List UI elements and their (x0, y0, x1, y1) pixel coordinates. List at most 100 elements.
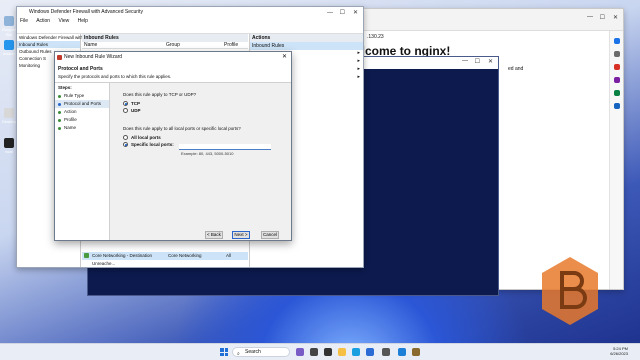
step-dot-icon (58, 126, 61, 130)
edge-icon[interactable] (352, 348, 360, 356)
step-profile[interactable]: Profile (55, 116, 109, 124)
actions-header: Actions (250, 34, 363, 42)
maximize-icon[interactable]: ☐ (340, 8, 345, 18)
maximize-icon[interactable]: ☐ (475, 58, 480, 65)
step-action[interactable]: Action (55, 108, 109, 116)
step-label: Rule Type (64, 93, 85, 98)
step-name[interactable]: Name (55, 124, 109, 132)
radio-selected-icon (123, 101, 128, 106)
actions-inbound-rules[interactable]: Inbound Rules (250, 42, 363, 50)
desktop-icon-ncat[interactable]: ncat (2, 138, 16, 154)
rules-columns: Name Group Profile (82, 42, 248, 49)
terminal-app-icon[interactable] (324, 348, 332, 356)
all-ports-label: All local ports (131, 135, 161, 140)
vscode-icon[interactable] (398, 348, 406, 356)
tree-inbound-rules[interactable]: Inbound Rules (17, 41, 80, 48)
file-explorer-icon[interactable] (338, 348, 346, 356)
toolbar (17, 25, 363, 34)
terminal-icon (4, 138, 14, 148)
bing-icon[interactable] (613, 38, 620, 44)
column-group[interactable]: Group (164, 42, 222, 48)
start-button[interactable] (220, 348, 228, 356)
step-label: Name (64, 125, 77, 130)
desktop-icon-label: docker (2, 51, 15, 56)
clock-date: 6/26/2023 (610, 351, 628, 356)
folder-icon (4, 108, 14, 118)
column-profile[interactable]: Profile (222, 42, 238, 48)
rule-profile: All (226, 253, 232, 258)
search-icon: ⌕ (237, 351, 240, 357)
specific-ports-input[interactable] (179, 144, 271, 150)
wizard-heading: Protocol and Ports (58, 66, 103, 72)
menu-view[interactable]: View (58, 18, 69, 24)
docker-icon (4, 40, 14, 50)
close-icon[interactable]: ✕ (613, 14, 618, 21)
store-icon[interactable] (366, 348, 374, 356)
step-dot-icon (58, 94, 61, 98)
desktop-icon-label: ncat (5, 149, 13, 154)
tree-root[interactable]: Windows Defender Firewall with (17, 34, 83, 41)
menu-action[interactable]: Action (36, 18, 50, 24)
taskbar-search[interactable]: ⌕ Search (232, 347, 290, 357)
wizard-steps: Steps: Rule Type Protocol and Ports Acti… (55, 83, 110, 240)
minimize-icon[interactable]: — (327, 8, 333, 18)
desktop-icon-recycle[interactable]: Recycle Bin (2, 16, 16, 37)
recycle-bin-icon (4, 16, 14, 26)
menu-help[interactable]: Help (78, 18, 88, 24)
udp-label: UDP (131, 108, 141, 113)
clock[interactable]: 5:24 PM 6/26/2023 (610, 346, 628, 356)
table-row[interactable]: Core Networking - Destination Unreache..… (82, 252, 248, 266)
step-dot-icon (58, 110, 61, 114)
desktop-icon-label: Recycle Bin (2, 27, 17, 37)
desktop-icon-docker[interactable]: docker (2, 40, 16, 56)
protocol-question: Does this rule apply to TCP or UDP? (123, 92, 197, 97)
close-icon[interactable]: ✕ (282, 52, 287, 63)
address-bar[interactable]: .130.23 (367, 34, 384, 40)
udp-radio[interactable]: UDP (123, 107, 287, 114)
wizard-title: New Inbound Rule Wizard (64, 54, 123, 60)
radio-icon (123, 108, 128, 113)
menu-file[interactable]: File (20, 18, 28, 24)
radio-selected-icon (123, 142, 128, 147)
minimize-icon[interactable]: — (462, 58, 468, 64)
tcp-radio[interactable]: TCP (123, 100, 287, 107)
taskview-icon[interactable] (296, 348, 304, 356)
rule-enabled-icon (84, 253, 89, 258)
rule-group: Core Networking (168, 253, 202, 258)
wizard-subheading: Specify the protocols and ports to which… (58, 74, 172, 79)
cancel-button[interactable]: Cancel (261, 231, 279, 239)
menu-bar: File Action View Help (17, 17, 363, 25)
tools-icon[interactable] (613, 64, 620, 70)
browser-sidebar (609, 31, 623, 289)
search-placeholder: Search (245, 349, 261, 355)
minimize-icon[interactable]: — (587, 14, 593, 20)
step-label: Protocol and Ports (64, 101, 102, 106)
page-text: ed and (508, 66, 524, 72)
outlook-icon[interactable] (613, 103, 620, 109)
close-icon[interactable]: ✕ (353, 8, 358, 18)
specific-ports-label: Specific local ports: (131, 142, 174, 147)
wizard-titlebar: New Inbound Rule Wizard ✕ (55, 52, 291, 63)
firewall-app-icon[interactable] (382, 348, 390, 356)
step-rule-type[interactable]: Rule Type (55, 92, 109, 100)
step-dot-icon (58, 118, 61, 122)
desktop-icon-desktop[interactable]: Desktop (2, 108, 17, 124)
app-icon[interactable] (412, 348, 420, 356)
column-name[interactable]: Name (82, 42, 164, 48)
browser-toolbar: — ☐ ✕ (363, 9, 623, 31)
office-icon[interactable] (613, 90, 620, 96)
firewall-icon (57, 55, 62, 60)
widgets-icon[interactable] (310, 348, 318, 356)
maximize-icon[interactable]: ☐ (600, 14, 605, 21)
close-icon[interactable]: ✕ (488, 58, 493, 65)
next-button[interactable]: Next > (232, 231, 250, 239)
games-icon[interactable] (613, 77, 620, 83)
ports-example: Example: 80, 443, 5000-5010 (181, 151, 234, 156)
step-label: Profile (64, 117, 77, 122)
search-icon[interactable] (613, 51, 620, 57)
ports-question: Does this rule apply to all local ports … (123, 126, 241, 131)
back-button[interactable]: < Back (205, 231, 223, 239)
step-protocol-and-ports[interactable]: Protocol and Ports (55, 100, 109, 108)
all-ports-radio[interactable]: All local ports (123, 134, 287, 141)
tcp-label: TCP (131, 101, 140, 106)
